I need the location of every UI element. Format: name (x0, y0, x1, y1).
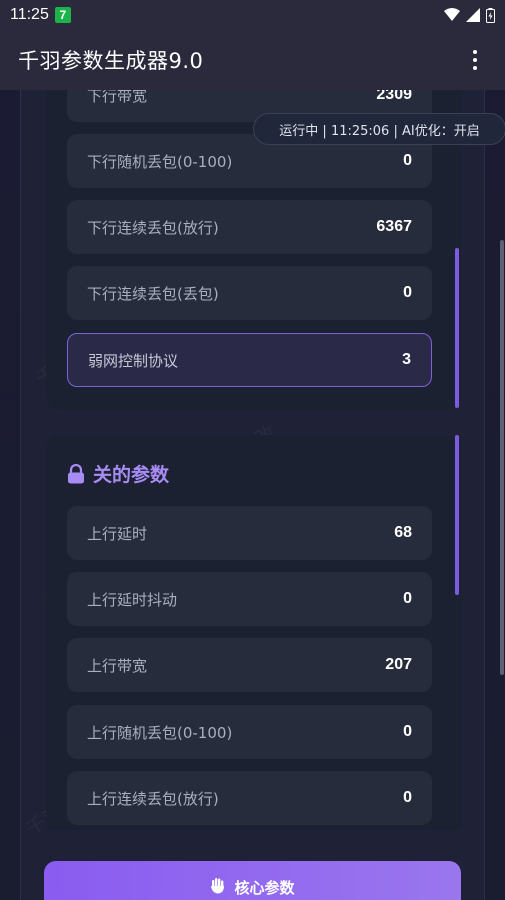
param-row-selected[interactable]: 弱网控制协议 3 (67, 333, 432, 387)
section-header: 关的参数 (67, 460, 169, 487)
param-label: 上行延时抖动 (87, 590, 178, 609)
signal-icon (466, 8, 480, 22)
page-scrollbar[interactable] (500, 240, 504, 675)
main-content[interactable]: 千羽禁二改 千羽禁二改 千羽禁二改 千羽禁二改 千羽禁二改 千羽禁二改 千羽禁二… (0, 90, 505, 900)
param-label: 下行连续丢包(丢包) (87, 284, 219, 303)
param-value: 0 (403, 723, 412, 740)
param-value: 0 (403, 789, 412, 806)
battery-icon (486, 7, 495, 23)
param-row[interactable]: 上行随机丢包(0-100) 0 (67, 705, 432, 759)
param-value: 0 (403, 590, 412, 607)
wifi-icon (444, 8, 460, 21)
param-row[interactable]: 上行延时抖动 0 (67, 572, 432, 626)
param-label: 上行带宽 (87, 656, 148, 675)
param-value: 6367 (376, 218, 412, 235)
param-row[interactable]: 上行延时 68 (67, 506, 432, 560)
app-title: 千羽参数生成器9.0 (18, 49, 204, 73)
param-label: 上行随机丢包(0-100) (87, 723, 233, 742)
param-value: 207 (385, 656, 412, 673)
param-label: 下行连续丢包(放行) (87, 218, 219, 237)
param-value: 2309 (376, 90, 412, 103)
param-value: 68 (394, 524, 412, 541)
param-label: 弱网控制协议 (88, 351, 179, 370)
core-params-label: 核心参数 (234, 879, 295, 897)
param-value: 0 (403, 152, 412, 169)
param-row[interactable]: 上行带宽 207 (67, 638, 432, 692)
hand-icon (211, 878, 225, 894)
status-pill: 运行中 | 11:25:06 | AI优化：开启 (253, 113, 505, 145)
status-bar: 11:25 7 (0, 0, 505, 30)
card-scroll-indicator (455, 248, 459, 408)
section-title: 关的参数 (93, 464, 170, 486)
lock-icon (68, 463, 84, 483)
overflow-menu-icon[interactable] (463, 45, 487, 75)
status-pill-text: 运行中 | 11:25:06 | AI优化：开启 (279, 123, 480, 139)
core-params-button[interactable]: 核心参数 (44, 861, 461, 900)
param-label: 下行随机丢包(0-100) (87, 152, 233, 171)
param-label: 上行连续丢包(放行) (87, 789, 219, 808)
param-label: 下行带宽 (87, 90, 148, 105)
param-row[interactable]: 上行连续丢包(放行) 0 (67, 771, 432, 825)
status-time: 11:25 (10, 6, 49, 23)
param-label: 上行延时 (87, 524, 148, 543)
app-bar: 千羽参数生成器9.0 (0, 30, 505, 90)
param-row[interactable]: 下行连续丢包(丢包) 0 (67, 266, 432, 320)
notification-badge: 7 (54, 7, 71, 23)
param-value: 0 (403, 284, 412, 301)
param-value: 3 (402, 351, 411, 368)
card-scroll-indicator (455, 435, 459, 595)
status-icons (444, 7, 495, 23)
param-row[interactable]: 下行连续丢包(放行) 6367 (67, 200, 432, 254)
